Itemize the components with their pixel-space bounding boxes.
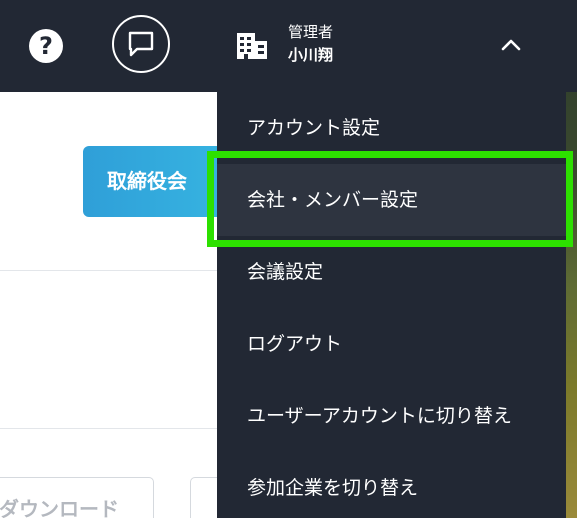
help-icon[interactable]: ?	[29, 29, 63, 63]
user-name[interactable]: 小川翔	[288, 44, 333, 65]
menu-item-logout[interactable]: ログアウト	[217, 308, 566, 380]
menu-item-switch-company[interactable]: 参加企業を切り替え	[217, 452, 566, 518]
user-role: 管理者	[288, 23, 334, 41]
building-icon	[236, 31, 268, 65]
divider	[0, 428, 217, 429]
menu-item-switch-user-account[interactable]: ユーザーアカウントに切り替え	[217, 380, 566, 452]
chat-button[interactable]	[112, 15, 170, 73]
divider	[0, 270, 217, 271]
chat-icon	[128, 31, 154, 57]
highlight-annotation	[207, 151, 573, 247]
page: 取締役会 ダウンロード ? 管理者 小川翔 アカウント設定 会社・メンバー設定 …	[0, 0, 577, 518]
download-button[interactable]: ダウンロード	[0, 477, 154, 518]
topbar-edge	[566, 0, 577, 92]
top-navigation-bar: ? 管理者 小川翔	[0, 0, 577, 92]
chevron-up-icon[interactable]	[499, 34, 523, 58]
